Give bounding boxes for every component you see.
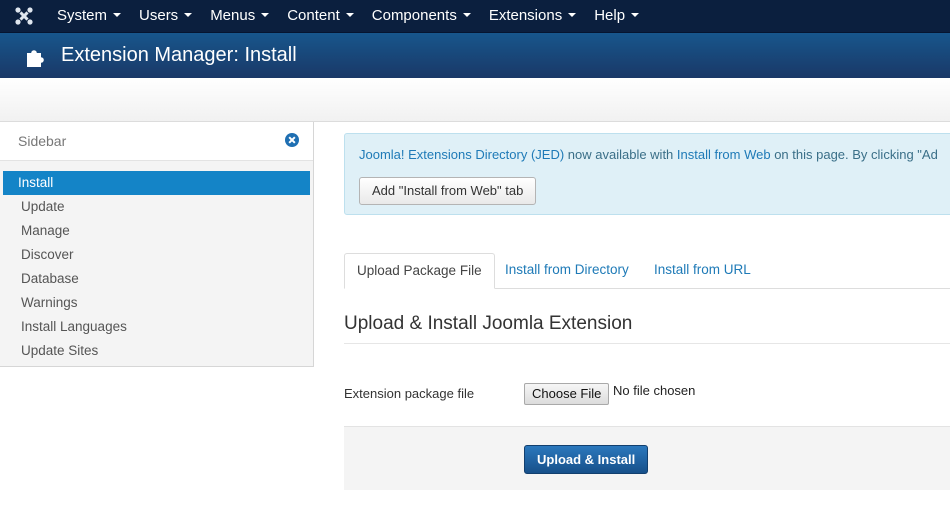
install-tabs: Upload Package File Install from Directo… — [344, 253, 950, 289]
caret-down-icon — [631, 13, 640, 18]
menu-extensions[interactable]: Extensions — [480, 0, 585, 32]
top-navbar: System Users Menus Content Components Ex… — [0, 0, 950, 33]
caret-down-icon — [568, 13, 577, 18]
sidebar-item-manage[interactable]: Manage — [3, 219, 310, 243]
notice-text-2: on this page. By clicking "Ad — [770, 147, 938, 162]
page-title: Extension Manager: Install — [61, 44, 297, 66]
tab-install-from-url[interactable]: Install from URL — [642, 253, 763, 287]
sidebar-item-install[interactable]: Install — [3, 171, 310, 195]
close-sidebar-icon[interactable] — [285, 133, 299, 147]
sidebar-item-update-sites[interactable]: Update Sites — [3, 339, 310, 363]
toolbar — [0, 78, 950, 122]
puzzle-icon — [27, 49, 44, 67]
jed-notice: Joomla! Extensions Directory (JED) now a… — [344, 133, 950, 215]
sidebar-item-warnings[interactable]: Warnings — [3, 291, 310, 315]
notice-text-1: now available with — [564, 147, 677, 162]
package-file-label: Extension package file — [344, 386, 475, 401]
menu-content[interactable]: Content — [278, 0, 363, 32]
choose-file-button[interactable]: Choose File — [524, 383, 610, 405]
sidebar-menu: Install Update Manage Discover Database … — [0, 161, 313, 363]
add-install-from-web-button[interactable]: Add "Install from Web" tab — [359, 177, 537, 205]
caret-down-icon — [345, 13, 354, 18]
sidebar-item-database[interactable]: Database — [3, 267, 310, 291]
caret-down-icon — [184, 13, 193, 18]
file-status: No file chosen — [613, 383, 696, 398]
menu-system[interactable]: System — [48, 0, 130, 32]
caret-down-icon — [113, 13, 122, 18]
sidebar-item-install-languages[interactable]: Install Languages — [3, 315, 310, 339]
menu-help[interactable]: Help — [585, 0, 648, 32]
sidebar-item-discover[interactable]: Discover — [3, 243, 310, 267]
divider — [344, 343, 950, 344]
tab-upload-package-file[interactable]: Upload Package File — [344, 253, 495, 289]
tab-install-from-directory[interactable]: Install from Directory — [493, 253, 641, 287]
caret-down-icon — [462, 13, 471, 18]
install-from-web-link[interactable]: Install from Web — [677, 147, 771, 162]
menu-components[interactable]: Components — [363, 0, 480, 32]
jed-link[interactable]: Joomla! Extensions Directory (JED) — [359, 147, 564, 162]
sidebar-header: Sidebar — [0, 122, 313, 161]
sidebar-item-update[interactable]: Update — [3, 195, 310, 219]
sidebar: Sidebar Install Update Manage Discover D… — [0, 122, 314, 367]
caret-down-icon — [261, 13, 270, 18]
upload-install-button[interactable]: Upload & Install — [524, 445, 649, 474]
notice-message: Joomla! Extensions Directory (JED) now a… — [359, 147, 938, 162]
form-actions: Upload & Install — [344, 426, 950, 490]
joomla-logo-icon[interactable] — [0, 0, 48, 32]
sidebar-title: Sidebar — [18, 133, 67, 149]
menu-users[interactable]: Users — [130, 0, 201, 32]
section-heading: Upload & Install Joomla Extension — [344, 313, 633, 334]
menu-menus[interactable]: Menus — [201, 0, 278, 32]
page-header: Extension Manager: Install — [0, 33, 950, 78]
